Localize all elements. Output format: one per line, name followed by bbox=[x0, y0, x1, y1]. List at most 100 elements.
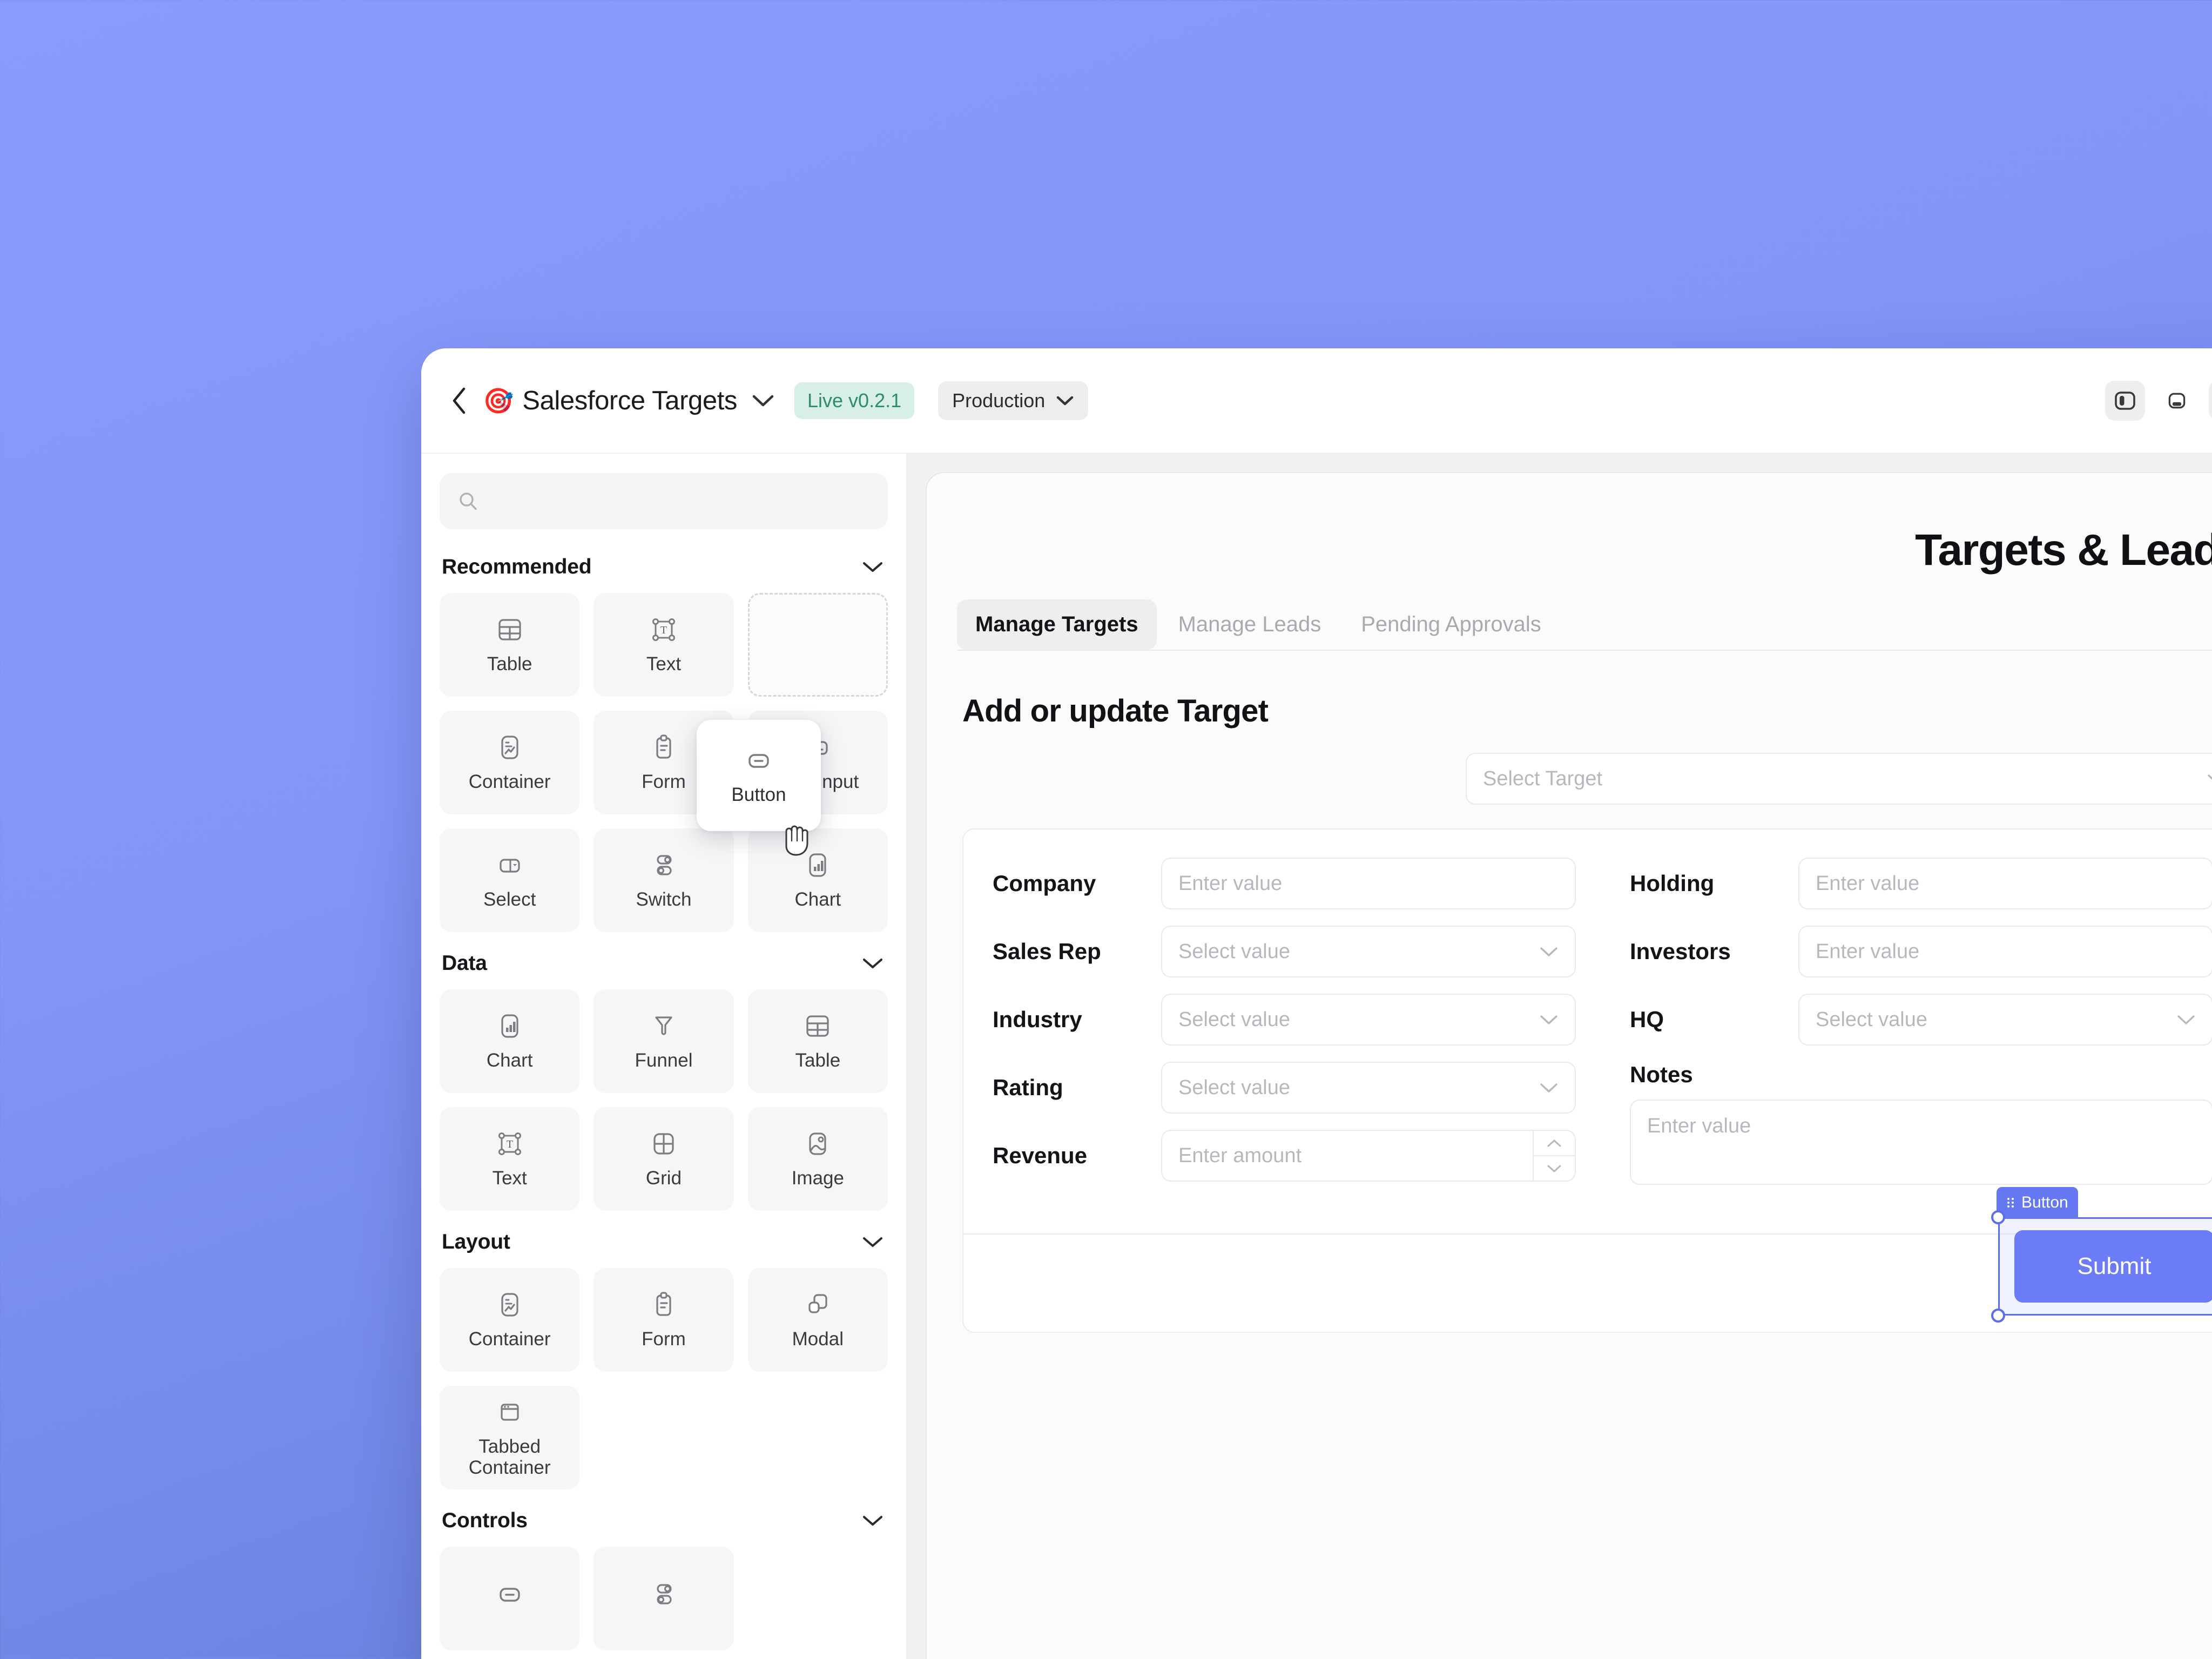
palette-item-label: Switch bbox=[636, 889, 692, 911]
palette-item-container[interactable]: Container bbox=[440, 711, 580, 814]
table-icon bbox=[806, 1015, 829, 1037]
palette-section-header-data[interactable]: Data bbox=[440, 952, 888, 975]
page-title: Targets & Leads bbox=[1915, 525, 2212, 575]
palette-item-modal[interactable]: Modal bbox=[747, 1268, 888, 1372]
palette-section-header-controls[interactable]: Controls bbox=[440, 1509, 888, 1533]
tab-pending-approvals[interactable]: Pending Approvals bbox=[1343, 599, 1560, 650]
palette-search[interactable] bbox=[440, 473, 888, 529]
left-panel-icon bbox=[2115, 391, 2135, 410]
tab-manage-targets[interactable]: Manage Targets bbox=[957, 599, 1157, 650]
app-title-dropdown-button[interactable] bbox=[748, 386, 778, 416]
palette-item-label: Chart bbox=[486, 1050, 533, 1071]
form-section-title: Add or update Target bbox=[962, 693, 1269, 729]
palette-item-funnel[interactable]: Funnel bbox=[594, 989, 734, 1093]
modal-icon bbox=[808, 1294, 827, 1314]
palette-item-image[interactable]: Image bbox=[747, 1107, 888, 1211]
select-target-placeholder: Select Target bbox=[1483, 767, 1603, 790]
palette-item-switch[interactable]: Switch bbox=[594, 828, 734, 932]
selection-badge[interactable]: Button bbox=[1997, 1187, 2078, 1218]
svg-text:T: T bbox=[507, 1138, 513, 1150]
topbar-right-group bbox=[2105, 380, 2212, 421]
search-icon bbox=[460, 493, 477, 510]
submit-button[interactable]: Submit bbox=[2014, 1230, 2212, 1303]
palette-item-grid[interactable]: Grid bbox=[594, 1107, 734, 1211]
revenue-stepper-buttons bbox=[1533, 1131, 1575, 1181]
editor-body: Recommended Table T Text Container Form … bbox=[421, 454, 2212, 1659]
chevron-up-icon bbox=[1547, 1139, 1561, 1147]
container-icon bbox=[501, 736, 518, 760]
palette-item-text[interactable]: T Text bbox=[594, 593, 734, 697]
palette-item-form[interactable]: Form bbox=[594, 1268, 734, 1372]
palette-item-button[interactable] bbox=[440, 1547, 580, 1650]
palette-item-text[interactable]: T Text bbox=[440, 1107, 580, 1211]
topbar-left-group: 🎯 Salesforce Targets Live v0.2.1 Product… bbox=[444, 381, 2105, 420]
environment-label: Production bbox=[952, 389, 1046, 412]
page-tabs: Manage Targets Manage Leads Pending Appr… bbox=[957, 576, 2212, 651]
app-topbar: 🎯 Salesforce Targets Live v0.2.1 Product… bbox=[421, 348, 2212, 454]
field-placeholder: Select value bbox=[1178, 1076, 1291, 1099]
palette-section-header-recommended[interactable]: Recommended bbox=[440, 555, 888, 579]
text-frame-icon: T bbox=[652, 618, 675, 642]
investors-input[interactable]: Enter value bbox=[1798, 926, 2212, 977]
palette-item-label: Modal bbox=[792, 1328, 844, 1350]
palette-item-table[interactable]: Table bbox=[440, 593, 580, 697]
notes-textarea[interactable]: Enter value bbox=[1630, 1100, 2212, 1185]
app-target-emoji: 🎯 bbox=[483, 386, 514, 415]
hq-select[interactable]: Select value bbox=[1798, 994, 2212, 1046]
back-button[interactable] bbox=[444, 386, 474, 416]
stepper-decrement-button[interactable] bbox=[1534, 1156, 1575, 1181]
table-icon bbox=[498, 619, 521, 641]
target-form-card: Company Enter value Sales Rep Select val… bbox=[962, 828, 2212, 1333]
palette-item-chart[interactable]: Chart bbox=[747, 828, 888, 932]
field-label: Holding bbox=[1630, 871, 1715, 896]
field-label: Industry bbox=[993, 1007, 1082, 1032]
sales-rep-select[interactable]: Select value bbox=[1161, 926, 1576, 977]
svg-text:T: T bbox=[660, 624, 667, 636]
palette-grid-data: Chart Funnel Table T Text Grid Image bbox=[440, 989, 888, 1211]
revenue-stepper[interactable]: Enter amount bbox=[1161, 1130, 1576, 1182]
switch-icon bbox=[657, 855, 672, 876]
chevron-down-icon bbox=[752, 395, 774, 406]
stepper-increment-button[interactable] bbox=[1534, 1131, 1575, 1156]
image-icon bbox=[809, 1132, 826, 1156]
left-panel-toggle[interactable] bbox=[2105, 380, 2145, 421]
selected-button-widget[interactable]: Button Submit bbox=[1991, 1187, 2212, 1323]
palette-item-button-dropzone[interactable] bbox=[747, 593, 888, 697]
palette-grid-layout: Container Form Modal Tabbed Container bbox=[440, 1268, 888, 1489]
bottom-panel-toggle[interactable] bbox=[2157, 381, 2197, 421]
chevron-left-icon bbox=[453, 387, 466, 414]
chevron-down-icon bbox=[1540, 947, 1557, 956]
field-placeholder: Select value bbox=[1178, 940, 1291, 963]
form-clipboard-icon bbox=[656, 1292, 671, 1317]
palette-item-label: Table bbox=[487, 653, 532, 675]
rating-select[interactable]: Select value bbox=[1161, 1062, 1576, 1114]
industry-select[interactable]: Select value bbox=[1161, 994, 1576, 1046]
palette-item-table[interactable]: Table bbox=[747, 989, 888, 1093]
palette-item-switch[interactable] bbox=[594, 1547, 734, 1650]
container-icon bbox=[501, 1293, 518, 1317]
palette-item-select[interactable]: Select bbox=[440, 828, 580, 932]
right-panel-toggle[interactable] bbox=[2209, 380, 2212, 421]
environment-selector[interactable]: Production bbox=[938, 381, 1089, 420]
company-input[interactable]: Enter value bbox=[1161, 858, 1576, 909]
palette-item-chart[interactable]: Chart bbox=[440, 989, 580, 1093]
chevron-down-icon bbox=[863, 959, 882, 968]
field-row-holding: Holding Enter value bbox=[1630, 858, 2212, 909]
holding-input[interactable]: Enter value bbox=[1798, 858, 2212, 909]
palette-item-label: Table bbox=[795, 1050, 841, 1071]
form-clipboard-icon bbox=[656, 734, 671, 759]
palette-section-header-layout[interactable]: Layout bbox=[440, 1230, 888, 1254]
funnel-icon bbox=[655, 1016, 672, 1035]
target-select-row: Select Target bbox=[962, 753, 2212, 805]
dragging-component-card[interactable]: Button bbox=[697, 720, 821, 831]
palette-item-tabbed-container[interactable]: Tabbed Container bbox=[440, 1386, 580, 1489]
resize-handle-bottom-left[interactable] bbox=[1991, 1309, 2005, 1323]
chevron-down-icon bbox=[2208, 774, 2212, 780]
button-icon bbox=[748, 754, 769, 768]
tab-manage-leads[interactable]: Manage Leads bbox=[1160, 599, 1340, 650]
select-target-dropdown[interactable]: Select Target bbox=[1466, 753, 2212, 805]
field-label: Company bbox=[993, 871, 1096, 896]
palette-item-container[interactable]: Container bbox=[440, 1268, 580, 1372]
field-row-company: Company Enter value bbox=[993, 858, 1576, 909]
resize-handle-top-left[interactable] bbox=[1991, 1210, 2005, 1224]
